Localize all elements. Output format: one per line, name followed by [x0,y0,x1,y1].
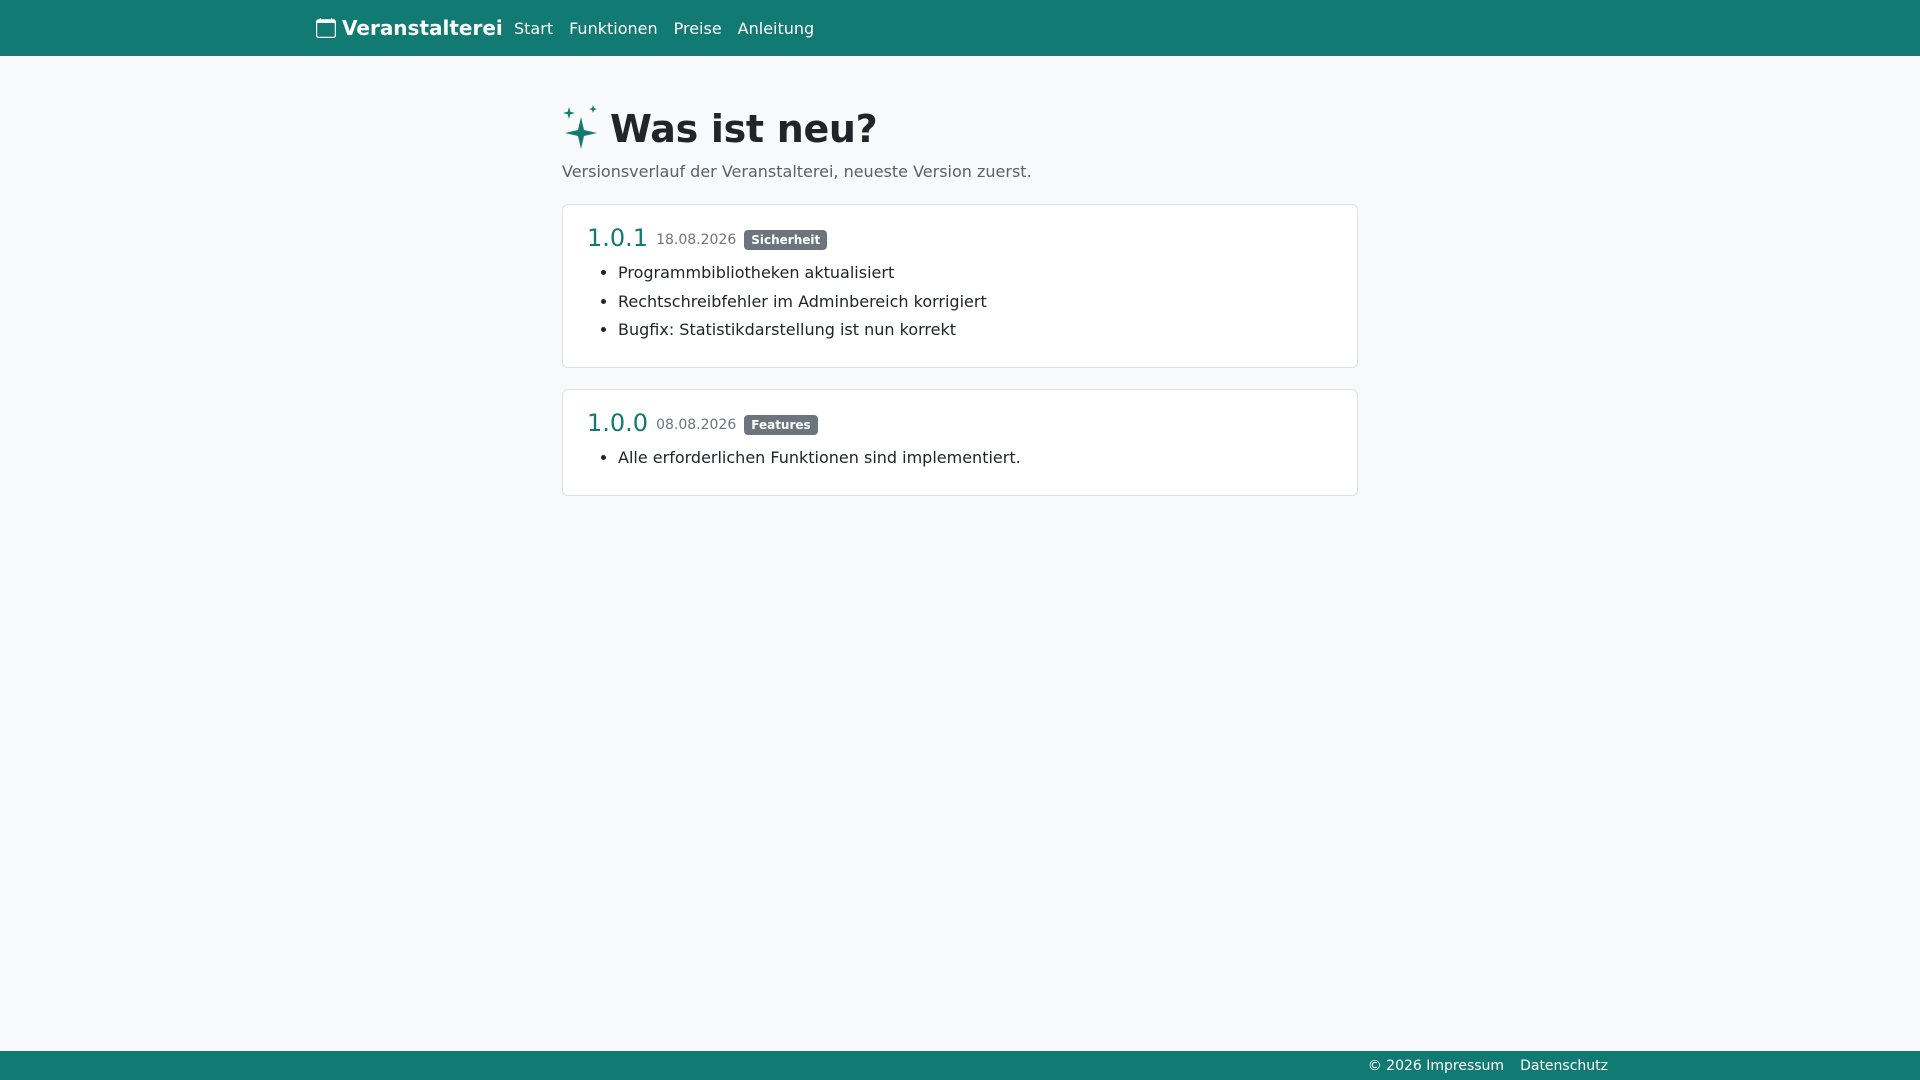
change-item: Alle erforderlichen Funktionen sind impl… [618,444,1333,473]
calendar-icon [316,18,336,38]
brand-link[interactable]: Veranstalterei [316,0,503,56]
nav-preise[interactable]: Preise [674,19,722,38]
brand-name: Veranstalterei [342,16,503,40]
page-footer: © 2026 Impressum Datenschutz [0,1051,1920,1080]
release-tag-badge: Sicherheit [744,230,828,250]
footer-links: © 2026 Impressum Datenschutz [1368,1051,1608,1080]
impressum-link[interactable]: Impressum [1426,1058,1504,1074]
copyright-text: © 2026 [1367,1057,1427,1074]
release-card: 1.0.1 18.08.2026 Sicherheit Programmbibl… [562,204,1358,368]
main-content: Was ist neu? Versionsverlauf der Veranst… [562,104,1358,496]
release-date: 08.08.2026 [656,417,737,433]
main-nav: Start Funktionen Preise Anleitung [514,0,814,56]
nav-start[interactable]: Start [514,19,553,38]
page-title: Was ist neu? [610,107,878,151]
release-card: 1.0.0 08.08.2026 Features Alle erforderl… [562,389,1358,496]
release-header: 1.0.0 08.08.2026 Features [587,408,1333,438]
change-item: Rechtschreibfehler im Adminbereich korri… [618,288,1333,317]
release-version: 1.0.0 [587,409,649,437]
release-tag-badge: Features [744,415,818,435]
release-header: 1.0.1 18.08.2026 Sicherheit [587,223,1333,253]
top-navbar: Veranstalterei Start Funktionen Preise A… [0,0,1920,56]
change-item: Programmbibliotheken aktualisiert [618,259,1333,288]
sparkles-icon [562,105,598,153]
page-header: Was ist neu? [562,104,1358,154]
release-date: 18.08.2026 [656,232,737,248]
change-item: Bugfix: Statistikdarstellung ist nun kor… [618,316,1333,345]
datenschutz-link[interactable]: Datenschutz [1520,1058,1608,1074]
page-subtitle: Versionsverlauf der Veranstalterei, neue… [562,162,1032,181]
nav-anleitung[interactable]: Anleitung [738,19,815,38]
release-version: 1.0.1 [587,224,649,252]
nav-funktionen[interactable]: Funktionen [569,19,658,38]
change-list: Alle erforderlichen Funktionen sind impl… [587,444,1333,473]
change-list: Programmbibliotheken aktualisiert Rechts… [587,259,1333,345]
